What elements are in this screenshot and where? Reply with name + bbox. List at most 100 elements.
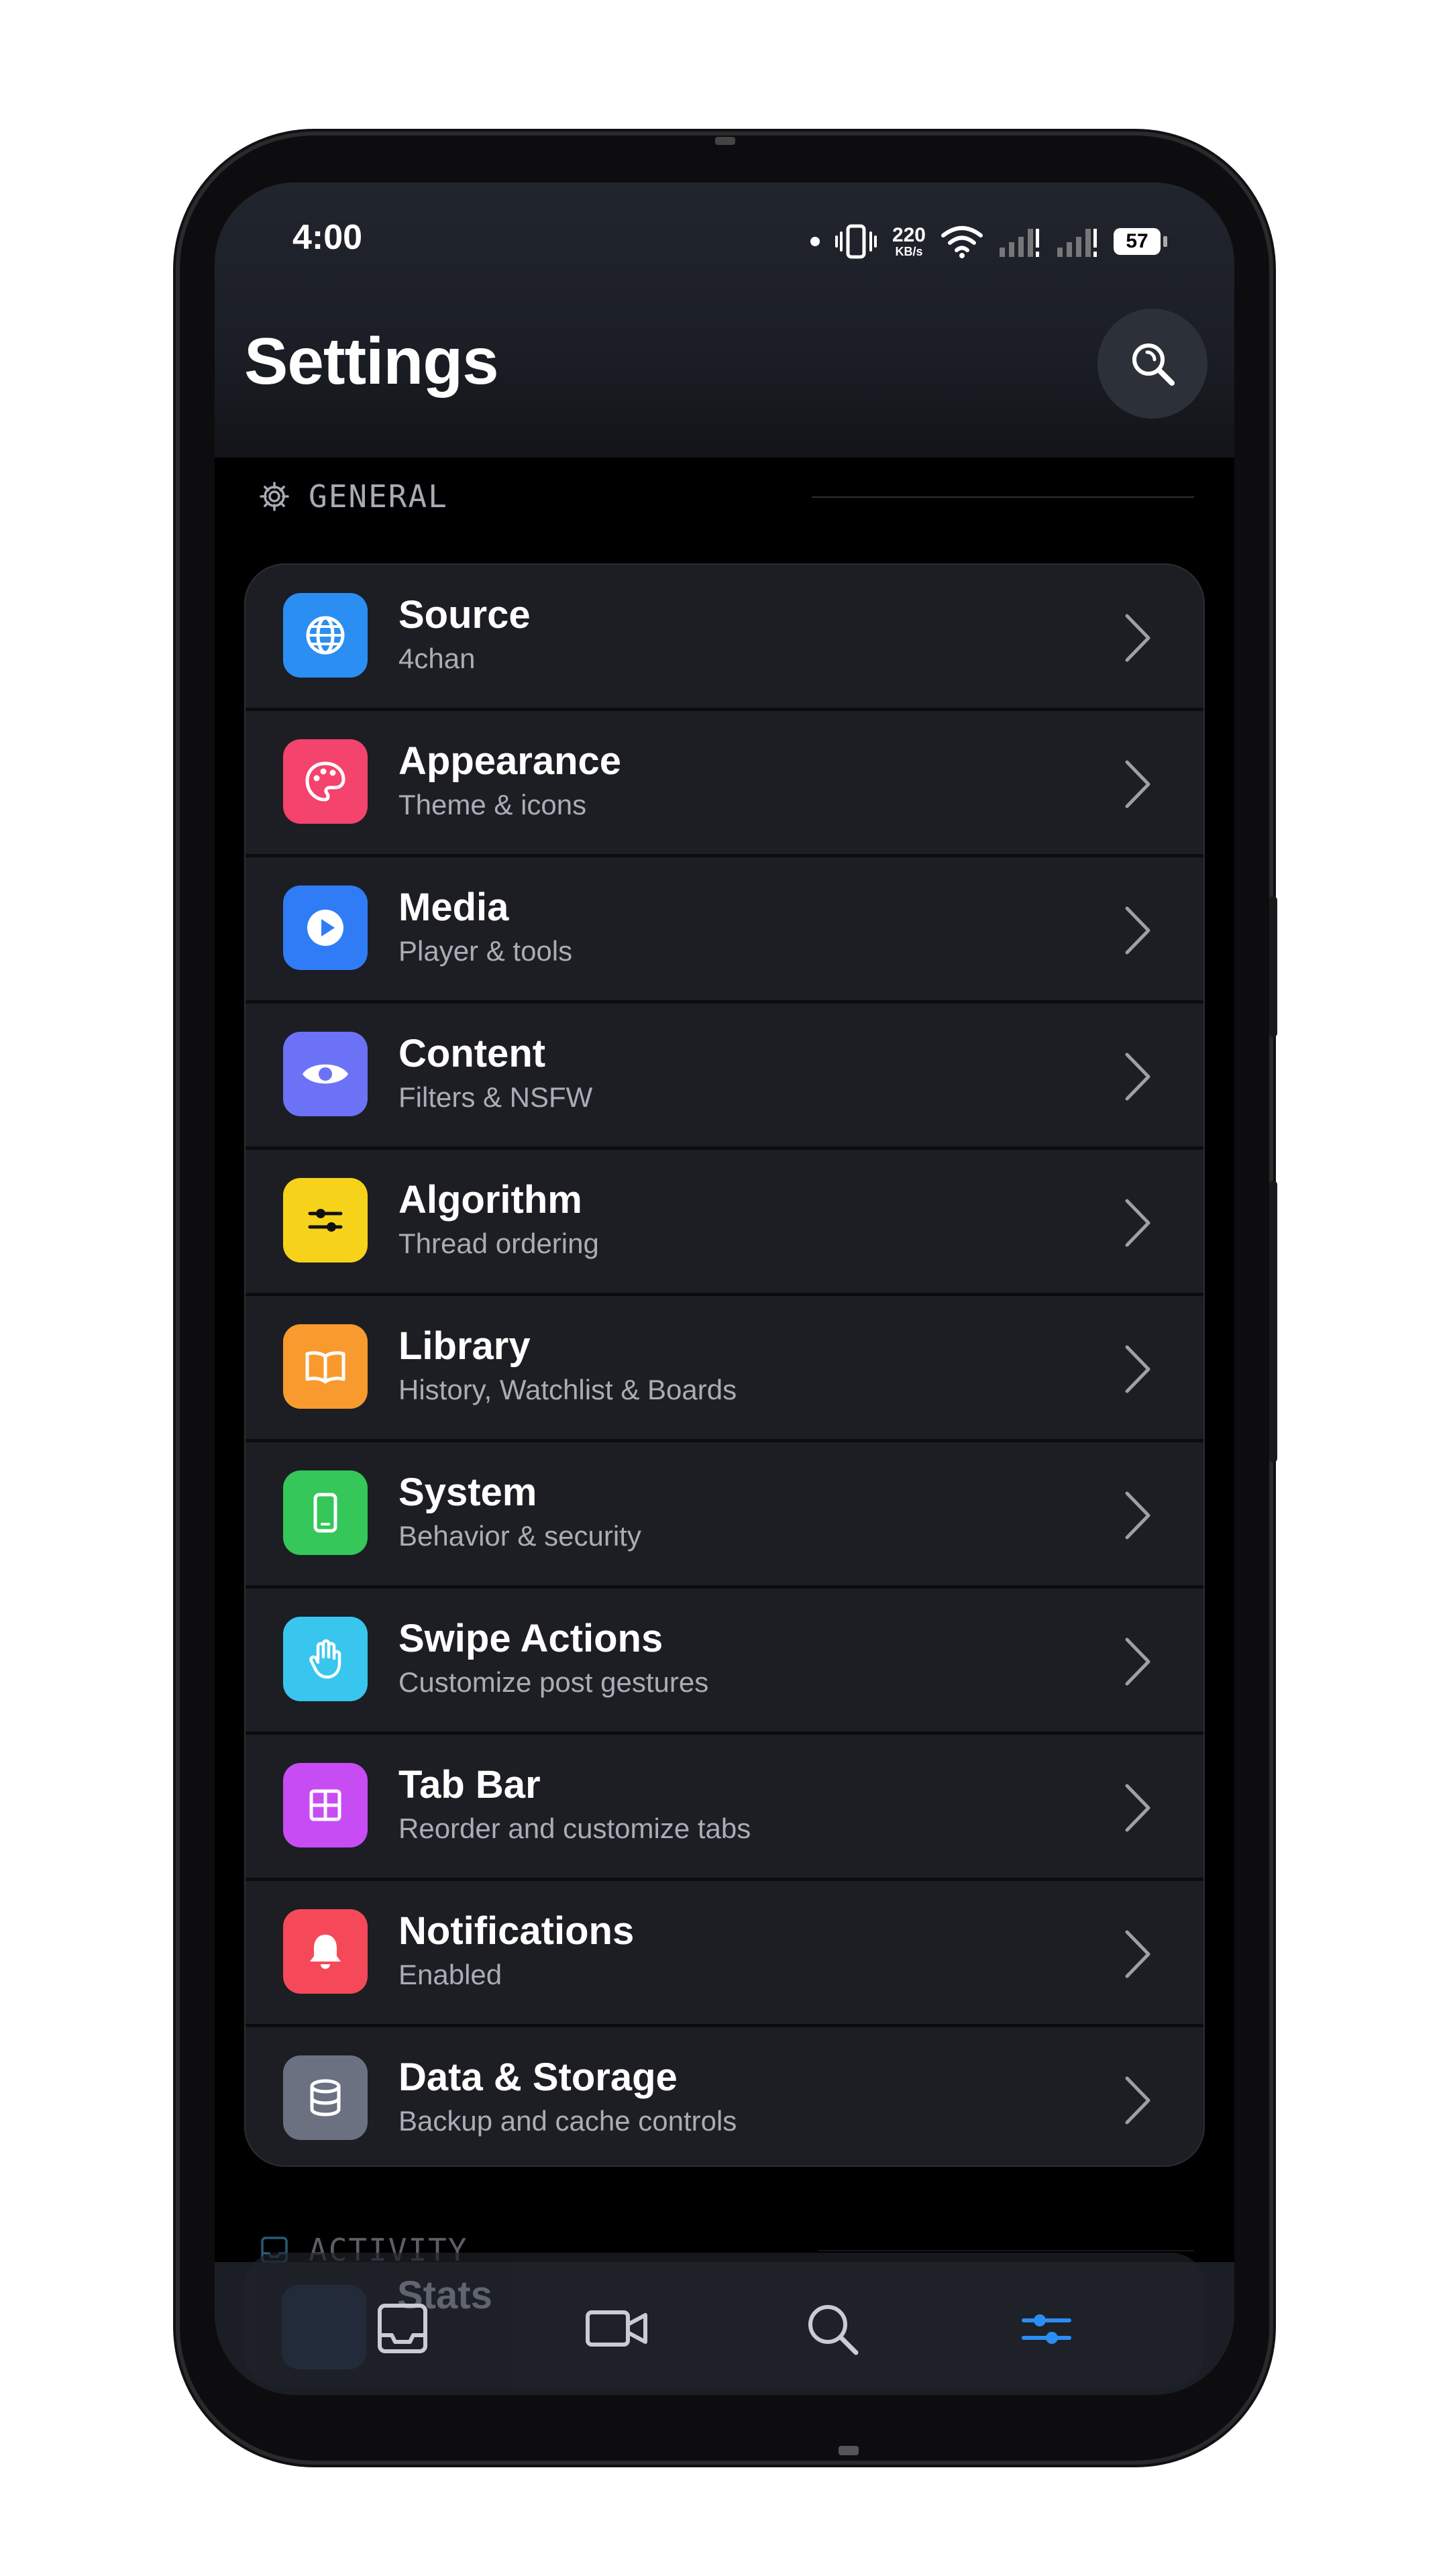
- chevron-right-icon: [1125, 906, 1150, 955]
- top-sensor: [715, 137, 735, 145]
- settings-item-subtitle: Behavior & security: [398, 1520, 641, 1552]
- screen: 4:00 220 KB/s 57 Settings GENERAL Source…: [215, 182, 1234, 2395]
- settings-item-title: Media: [398, 885, 509, 929]
- tab-bar: Stats: [215, 2253, 1234, 2395]
- signal-icon-1: [1000, 229, 1039, 257]
- algorithm-icon-tile: [283, 1178, 368, 1263]
- battery-indicator: 57: [1114, 228, 1167, 255]
- section-divider: [812, 496, 1194, 498]
- power-button: [1269, 1181, 1277, 1462]
- database-icon: [310, 2079, 341, 2116]
- tab-inbox[interactable]: [362, 2288, 443, 2369]
- settings-item-title: Algorithm: [398, 1178, 582, 1222]
- library-icon-tile: [283, 1324, 368, 1409]
- section-label-general: GENERAL: [309, 478, 448, 515]
- settings-list: Source 4chan Appearance Theme & icons Me…: [244, 564, 1205, 2167]
- media-icon-tile: [283, 885, 368, 970]
- settings-item-title: Appearance: [398, 739, 622, 783]
- settings-item-subtitle: History, Watchlist & Boards: [398, 1374, 737, 1405]
- settings-item-subtitle: Backup and cache controls: [398, 2105, 737, 2137]
- grid-icon: [309, 1789, 341, 1821]
- settings-item-subtitle: Player & tools: [398, 935, 573, 967]
- search-button[interactable]: [1097, 309, 1208, 419]
- chevron-right-icon: [1125, 1053, 1150, 1101]
- data-storage-icon-tile: [283, 2055, 368, 2140]
- settings-item-title: Tab Bar: [398, 1763, 541, 1807]
- chevron-right-icon: [1125, 1491, 1150, 1540]
- settings-item-algorithm[interactable]: Algorithm Thread ordering: [246, 1150, 1203, 1296]
- tab-search[interactable]: [792, 2288, 872, 2369]
- bottom-sensor: [839, 2446, 859, 2455]
- net-speed-value: 220: [892, 224, 926, 246]
- settings-item-title: Library: [398, 1324, 531, 1368]
- section-divider: [818, 2250, 1194, 2251]
- tab-bar-icon-tile: [283, 1763, 368, 1847]
- settings-item-subtitle: Filters & NSFW: [398, 1081, 593, 1113]
- settings-item-title: Data & Storage: [398, 2055, 678, 2099]
- chevron-right-icon: [1125, 1784, 1150, 1832]
- settings-item-subtitle: Reorder and customize tabs: [398, 1813, 751, 1844]
- signal-icon-2: [1057, 229, 1097, 257]
- hand-icon: [309, 1639, 341, 1679]
- settings-item-subtitle: Thread ordering: [398, 1228, 599, 1259]
- settings-item-media[interactable]: Media Player & tools: [246, 857, 1203, 1004]
- settings-item-swipe-actions[interactable]: Swipe Actions Customize post gestures: [246, 1589, 1203, 1735]
- volume-button: [1269, 896, 1277, 1037]
- settings-item-subtitle: Customize post gestures: [398, 1666, 709, 1698]
- settings-item-title: Swipe Actions: [398, 1617, 663, 1660]
- tab-settings[interactable]: [1006, 2288, 1087, 2369]
- settings-item-subtitle: 4chan: [398, 643, 476, 674]
- section-header-general: GENERAL: [259, 476, 448, 517]
- settings-item-appearance[interactable]: Appearance Theme & icons: [246, 711, 1203, 857]
- chevron-right-icon: [1125, 1638, 1150, 1686]
- notifications-icon-tile: [283, 1909, 368, 1994]
- settings-item-content[interactable]: Content Filters & NSFW: [246, 1004, 1203, 1150]
- sliders-icon: [1022, 2314, 1071, 2344]
- gear-icon: [260, 482, 289, 511]
- chevron-right-icon: [1125, 1199, 1150, 1247]
- content-icon-tile: [283, 1032, 368, 1116]
- settings-item-subtitle: Theme & icons: [398, 789, 587, 820]
- page-title: Settings: [244, 324, 499, 398]
- bell-icon: [310, 1935, 341, 1969]
- appearance-icon-tile: [283, 739, 368, 824]
- net-speed: 220 KB/s: [892, 225, 926, 258]
- chevron-right-icon: [1125, 1930, 1150, 1978]
- sliders-icon: [308, 1209, 343, 1232]
- chevron-right-icon: [1125, 2076, 1150, 2125]
- wifi-icon: [941, 226, 983, 258]
- stats-icon-tile: [282, 2285, 366, 2369]
- play-icon: [307, 910, 343, 946]
- net-speed-unit: KB/s: [895, 245, 923, 258]
- notification-dot-icon: [810, 237, 820, 246]
- eye-icon: [303, 1064, 348, 1084]
- settings-item-subtitle: Enabled: [398, 1959, 502, 1990]
- chevron-right-icon: [1125, 614, 1150, 662]
- settings-item-tab-bar[interactable]: Tab Bar Reorder and customize tabs: [246, 1735, 1203, 1881]
- settings-item-library[interactable]: Library History, Watchlist & Boards: [246, 1296, 1203, 1442]
- settings-item-system[interactable]: System Behavior & security: [246, 1442, 1203, 1589]
- status-time: 4:00: [292, 218, 363, 257]
- settings-item-title: Content: [398, 1032, 546, 1075]
- source-icon-tile: [283, 593, 368, 678]
- inbox-icon: [378, 2304, 427, 2353]
- palette-icon: [305, 761, 345, 802]
- search-icon: [1132, 343, 1175, 386]
- tab-video[interactable]: [577, 2288, 657, 2369]
- status-icons: 220 KB/s 57: [810, 221, 1167, 262]
- globe-icon: [306, 616, 345, 655]
- swipe-actions-icon-tile: [283, 1617, 368, 1701]
- chevron-right-icon: [1125, 1345, 1150, 1393]
- book-icon: [305, 1351, 345, 1384]
- system-icon-tile: [283, 1470, 368, 1555]
- settings-item-data-storage[interactable]: Data & Storage Backup and cache controls: [246, 2027, 1203, 2165]
- settings-item-title: Source: [398, 593, 531, 637]
- phone-icon: [313, 1493, 337, 1533]
- settings-item-source[interactable]: Source 4chan: [246, 565, 1203, 711]
- settings-item-title: Notifications: [398, 1909, 635, 1953]
- settings-item-notifications[interactable]: Notifications Enabled: [246, 1881, 1203, 2027]
- video-icon: [586, 2310, 647, 2347]
- search-icon: [808, 2305, 859, 2355]
- top-area: 4:00 220 KB/s 57 Settings: [215, 182, 1234, 458]
- settings-item-title: System: [398, 1470, 537, 1514]
